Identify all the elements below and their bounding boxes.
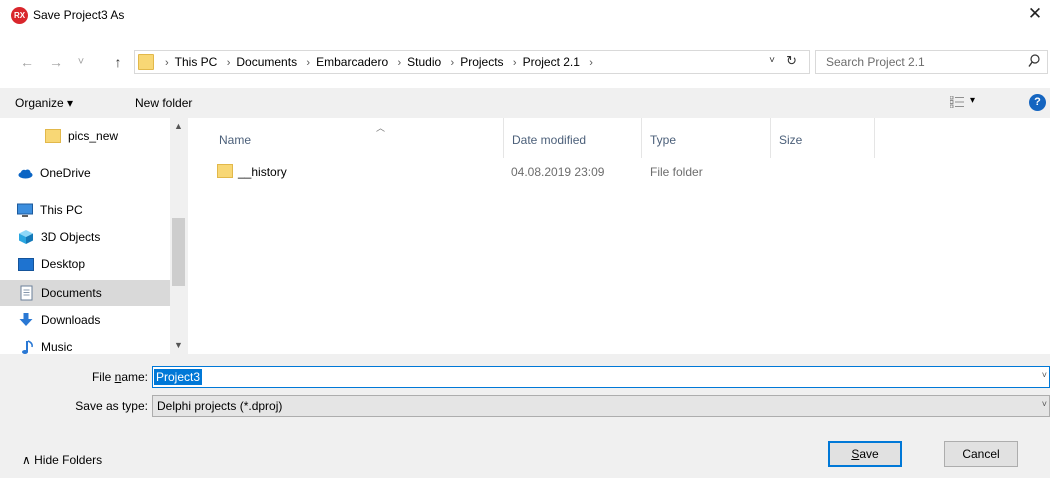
folder-icon [217,164,233,178]
search-icon[interactable] [1028,54,1040,68]
file-name-value: Project3 [154,369,203,385]
organize-button[interactable]: Organize ▾ [15,96,73,110]
breadcrumb-project-2-1[interactable]: Project 2.1 [523,55,580,69]
file-name-field[interactable]: Project3 ˅ [152,366,1050,388]
folder-icon [138,54,154,70]
sidebar-item-downloads[interactable]: Downloads [0,307,170,333]
breadcrumb: › This PC › Documents › Embarcadero › Studio… [165,55,593,69]
documents-icon [20,285,33,301]
sidebar-item-label: pics_new [68,129,119,143]
sidebar-item-label: OneDrive [40,166,91,180]
app-icon: RX [11,7,28,24]
sidebar-item-label: This PC [40,203,83,217]
search-placeholder: Search Project 2.1 [826,55,925,69]
navigation-pane: pics_new OneDrive This PC 3D Objects Des… [0,118,188,354]
forward-arrow-icon[interactable]: → [47,52,65,72]
sidebar-item-label: Music [41,340,73,354]
save-type-label: Save as type: [75,399,148,413]
breadcrumb-projects[interactable]: Projects [460,55,503,69]
sidebar-item-3d-objects[interactable]: 3D Objects [0,224,170,250]
back-arrow-icon[interactable]: ← [18,52,36,72]
sidebar-item-this-pc[interactable]: This PC [0,197,170,223]
file-list: Name ︿ Date modified Type Size __history… [188,118,1050,354]
breadcrumb-embarcadero[interactable]: Embarcadero [316,55,388,69]
file-name: __history [238,165,287,179]
cloud-icon [18,169,33,179]
scrollbar-thumb[interactable] [172,218,185,286]
sidebar-item-pics-new[interactable]: pics_new [0,123,170,149]
scroll-up-icon[interactable]: ▲ [170,118,187,135]
help-icon[interactable]: ? [1029,94,1046,111]
new-folder-button[interactable]: New folder [135,96,192,110]
save-form: File name: Project3 ˅ Save as type: Delp… [0,354,1050,478]
save-button[interactable]: Save [828,441,902,467]
refresh-icon[interactable]: ↻ [786,53,797,69]
save-type-value: Delphi projects (*.dproj) [157,399,283,413]
sidebar-item-label: 3D Objects [41,230,101,244]
window-title: Save Project3 As [33,8,125,22]
folder-icon [45,129,61,143]
column-header-date[interactable]: Date modified [504,118,642,158]
table-row[interactable]: __history 04.08.2019 23:09 File folder [211,160,831,184]
breadcrumb-this-pc[interactable]: This PC [175,55,218,69]
column-header-name[interactable]: Name ︿ [211,118,504,158]
file-date: 04.08.2019 23:09 [511,165,605,179]
column-header-size[interactable]: Size [771,118,875,158]
chevron-down-icon[interactable]: ˅ [1042,399,1047,409]
sidebar-item-documents[interactable]: Documents [0,280,170,306]
breadcrumb-studio[interactable]: Studio [407,55,441,69]
recent-locations-icon[interactable]: ˅ [72,52,90,72]
up-arrow-icon[interactable]: ↑ [109,52,127,72]
chevron-down-icon[interactable]: ˅ [1042,370,1047,380]
close-icon[interactable]: ✕ [1024,3,1046,25]
file-name-label: File name: [91,370,148,384]
sidebar-item-onedrive[interactable]: OneDrive [0,160,170,186]
computer-icon [17,203,33,217]
sidebar-item-label: Documents [41,286,102,300]
view-options-icon[interactable] [950,96,964,108]
breadcrumb-documents[interactable]: Documents [236,55,297,69]
command-bar: Organize ▾ New folder ▾ ? [0,88,1050,118]
file-type: File folder [650,165,703,179]
save-type-select[interactable]: Delphi projects (*.dproj) ˅ [152,395,1050,417]
address-dropdown-icon[interactable]: ˅ [769,55,775,66]
view-dropdown-icon[interactable]: ▾ [970,95,975,106]
scroll-down-icon[interactable]: ▼ [170,337,187,354]
cancel-button[interactable]: Cancel [944,441,1018,467]
address-bar[interactable]: › This PC › Documents › Embarcadero › Studio… [134,50,810,74]
music-icon [22,340,33,354]
search-input[interactable]: Search Project 2.1 [815,50,1048,74]
download-icon [19,313,33,326]
column-header-type[interactable]: Type [642,118,771,158]
sidebar-item-label: Desktop [41,257,86,271]
sidebar-item-label: Downloads [41,313,101,327]
desktop-icon [18,258,34,271]
sort-ascending-icon: ︿ [376,123,386,133]
sidebar-item-desktop[interactable]: Desktop [0,251,170,277]
title-bar: RX Save Project3 As ✕ [0,0,1050,30]
sidebar-scrollbar[interactable]: ▲ ▼ [170,118,187,354]
cube-icon [19,230,33,244]
address-row: ← → ˅ ↑ › This PC › Documents › Embarcadero… [0,48,1050,80]
hide-folders-button[interactable]: ∧ Hide Folders [22,453,102,467]
sidebar-item-music[interactable]: Music [0,334,170,354]
